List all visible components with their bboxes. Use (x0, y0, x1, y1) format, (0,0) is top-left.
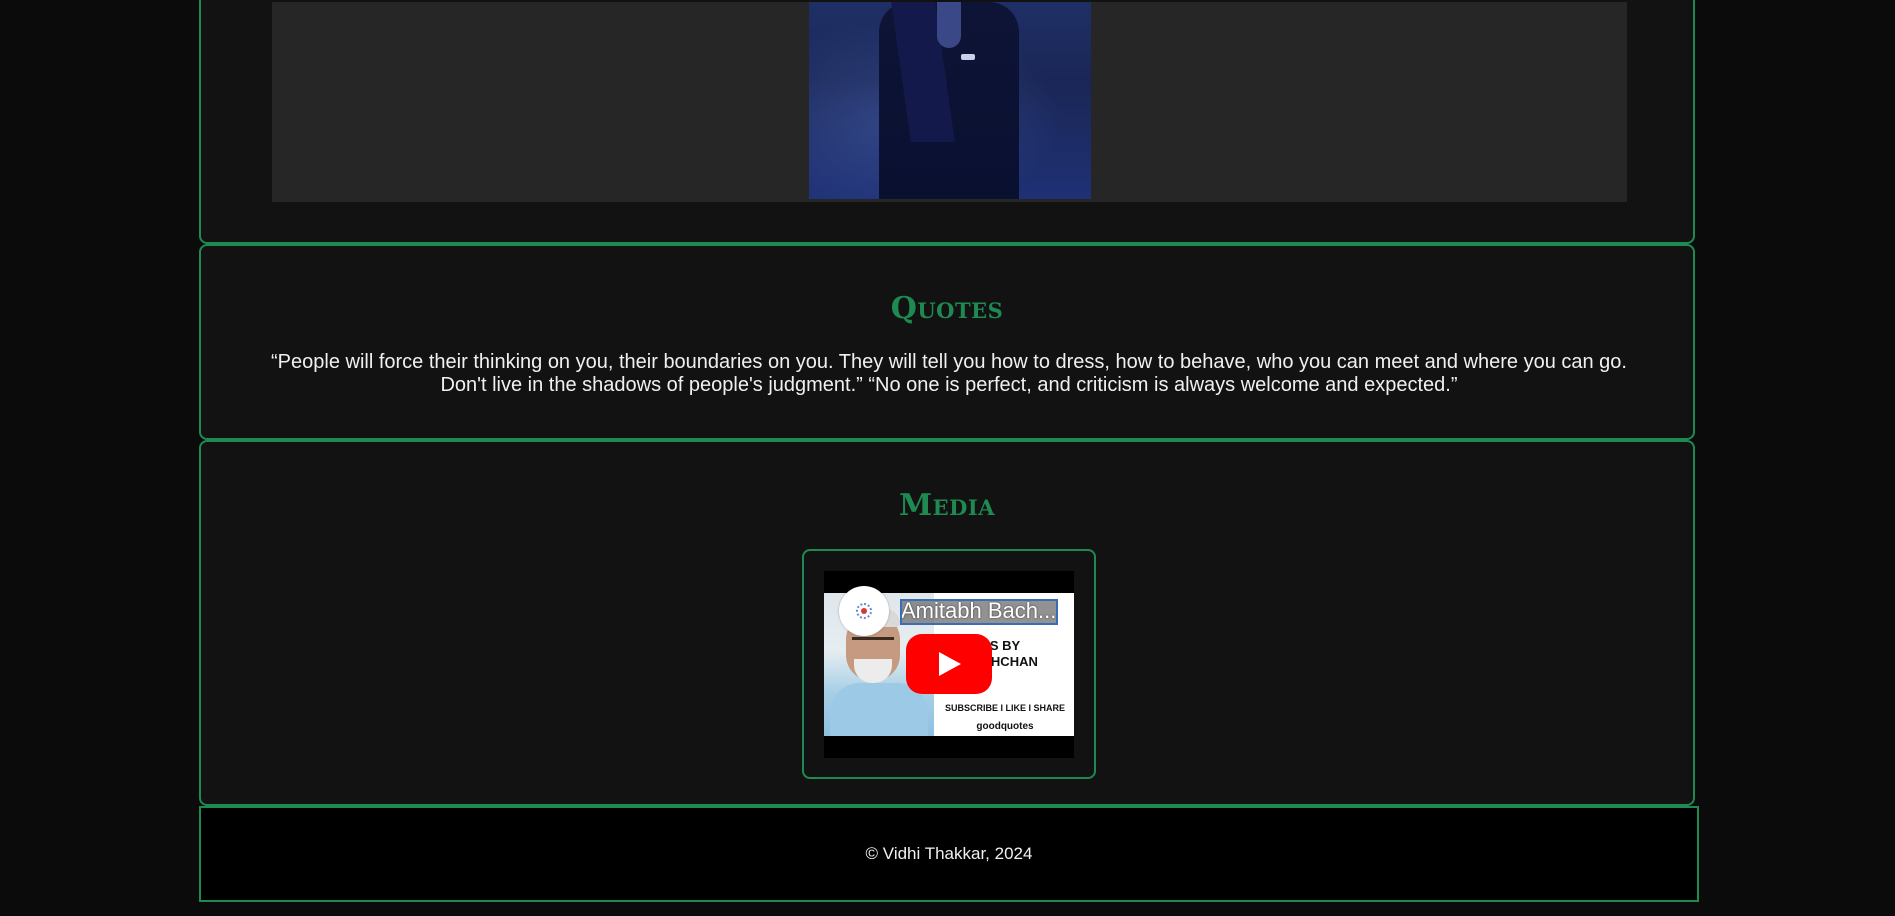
media-section: Media S BY ACHCHAN SUBSCRIBE I LIKE I SH… (199, 440, 1695, 806)
photo-frame (272, 2, 1627, 202)
play-icon (939, 652, 961, 676)
quote-text: “People will force their thinking on you… (271, 351, 1627, 396)
video-card: S BY ACHCHAN SUBSCRIBE I LIKE I SHARE go… (802, 549, 1096, 779)
portrait-image (809, 2, 1091, 199)
media-heading: Media (898, 488, 996, 523)
video-title-link[interactable]: Amitabh Bach... (900, 599, 1058, 625)
channel-avatar-icon[interactable] (839, 586, 889, 636)
footer: © Vidhi Thakkar, 2024 (199, 806, 1699, 902)
thumbnail-text: SUBSCRIBE I LIKE I SHARE (944, 703, 1065, 713)
play-button[interactable] (906, 634, 992, 694)
youtube-embed[interactable]: S BY ACHCHAN SUBSCRIBE I LIKE I SHARE go… (824, 571, 1074, 758)
quotes-section: Quotes “People will force their thinking… (199, 244, 1695, 440)
copyright-text: © Vidhi Thakkar, 2024 (865, 844, 1033, 863)
thumbnail-text: goodquotes (976, 721, 1034, 732)
photo-section (199, 0, 1695, 244)
quotes-heading: Quotes (890, 291, 1004, 326)
